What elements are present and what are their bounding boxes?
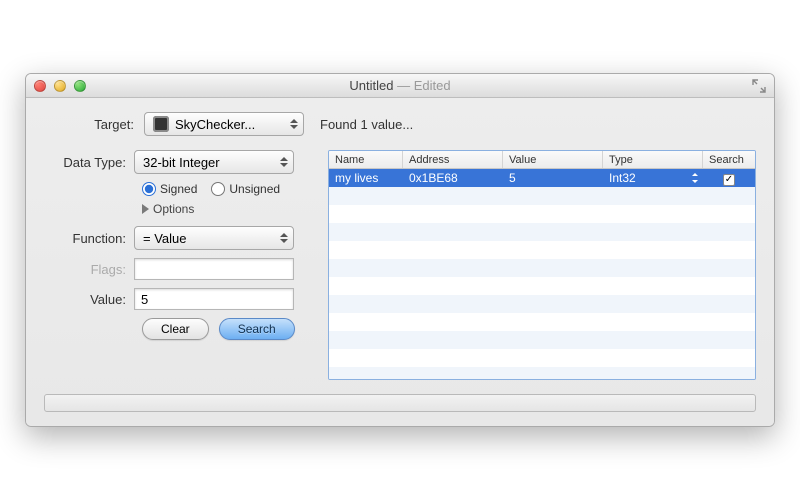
value-label: Value: [44, 292, 134, 307]
zoom-icon[interactable] [74, 80, 86, 92]
updown-arrows-icon [289, 116, 299, 132]
results-panel: Name Address Value Type Search my lives0… [328, 150, 756, 380]
updown-arrows-icon [279, 154, 289, 170]
status-bar [44, 394, 756, 412]
edited-indicator: — Edited [397, 78, 450, 93]
options-disclosure[interactable]: Options [142, 202, 314, 216]
updown-arrows-icon [691, 171, 699, 185]
flags-input [134, 258, 294, 280]
table-header: Name Address Value Type Search [329, 151, 755, 169]
app-window: Untitled — Edited Target: SkyChecker... … [25, 73, 775, 427]
sign-radio-group: Signed Unsigned [142, 182, 314, 196]
options-label: Options [153, 202, 194, 216]
target-row: Target: SkyChecker... Found 1 value... [44, 112, 756, 136]
table-row-empty [329, 313, 755, 331]
table-row-empty [329, 277, 755, 295]
col-name[interactable]: Name [329, 151, 403, 168]
signed-radio[interactable]: Signed [142, 182, 197, 196]
datatype-value: 32-bit Integer [143, 155, 220, 170]
function-popup[interactable]: = Value [134, 226, 294, 250]
fullscreen-icon[interactable] [752, 79, 766, 93]
cell-value: 5 [503, 171, 603, 185]
search-button[interactable]: Search [219, 318, 295, 340]
table-row-empty [329, 295, 755, 313]
value-input[interactable] [134, 288, 294, 310]
function-value: = Value [143, 231, 187, 246]
table-body[interactable]: my lives0x1BE685Int32 ✓ [329, 169, 755, 379]
minimize-icon[interactable] [54, 80, 66, 92]
col-address[interactable]: Address [403, 151, 503, 168]
table-row-empty [329, 223, 755, 241]
clear-button[interactable]: Clear [142, 318, 209, 340]
updown-arrows-icon [279, 230, 289, 246]
cell-name: my lives [329, 171, 403, 185]
checkbox-icon[interactable]: ✓ [723, 174, 735, 186]
body-columns: Data Type: 32-bit Integer Signed Unsigne… [44, 150, 756, 380]
unsigned-radio-input[interactable] [211, 182, 225, 196]
target-label: Target: [44, 117, 134, 132]
title-text: Untitled [349, 78, 393, 93]
flags-label: Flags: [44, 262, 134, 277]
close-icon[interactable] [34, 80, 46, 92]
col-type[interactable]: Type [603, 151, 703, 168]
titlebar[interactable]: Untitled — Edited [26, 74, 774, 98]
content-area: Target: SkyChecker... Found 1 value... D… [26, 98, 774, 426]
datatype-popup[interactable]: 32-bit Integer [134, 150, 294, 174]
target-value: SkyChecker... [175, 117, 255, 132]
datatype-label: Data Type: [44, 155, 134, 170]
cell-type[interactable]: Int32 [603, 171, 703, 185]
disclosure-triangle-icon [142, 204, 149, 214]
col-value[interactable]: Value [503, 151, 603, 168]
table-row-empty [329, 241, 755, 259]
table-row-empty [329, 349, 755, 367]
signed-radio-input[interactable] [142, 182, 156, 196]
datatype-row: Data Type: 32-bit Integer [44, 150, 314, 174]
function-row: Function: = Value [44, 226, 314, 250]
unsigned-radio-label: Unsigned [229, 182, 280, 196]
table-row[interactable]: my lives0x1BE685Int32 ✓ [329, 169, 755, 187]
app-icon [153, 116, 169, 132]
col-search[interactable]: Search [703, 151, 755, 168]
signed-radio-label: Signed [160, 182, 197, 196]
function-label: Function: [44, 231, 134, 246]
cell-address: 0x1BE68 [403, 171, 503, 185]
table-row-empty [329, 205, 755, 223]
found-count-text: Found 1 value... [320, 117, 413, 132]
search-form: Data Type: 32-bit Integer Signed Unsigne… [44, 150, 314, 380]
traffic-lights [34, 80, 86, 92]
unsigned-radio[interactable]: Unsigned [211, 182, 280, 196]
flags-row: Flags: [44, 258, 314, 280]
table-row-empty [329, 259, 755, 277]
table-row-empty [329, 367, 755, 379]
table-row-empty [329, 187, 755, 205]
table-row-empty [329, 331, 755, 349]
window-title: Untitled — Edited [26, 78, 774, 93]
target-popup[interactable]: SkyChecker... [144, 112, 304, 136]
results-table: Name Address Value Type Search my lives0… [328, 150, 756, 380]
value-row: Value: [44, 288, 314, 310]
cell-search[interactable]: ✓ [703, 171, 755, 186]
button-row: Clear Search [142, 318, 314, 340]
